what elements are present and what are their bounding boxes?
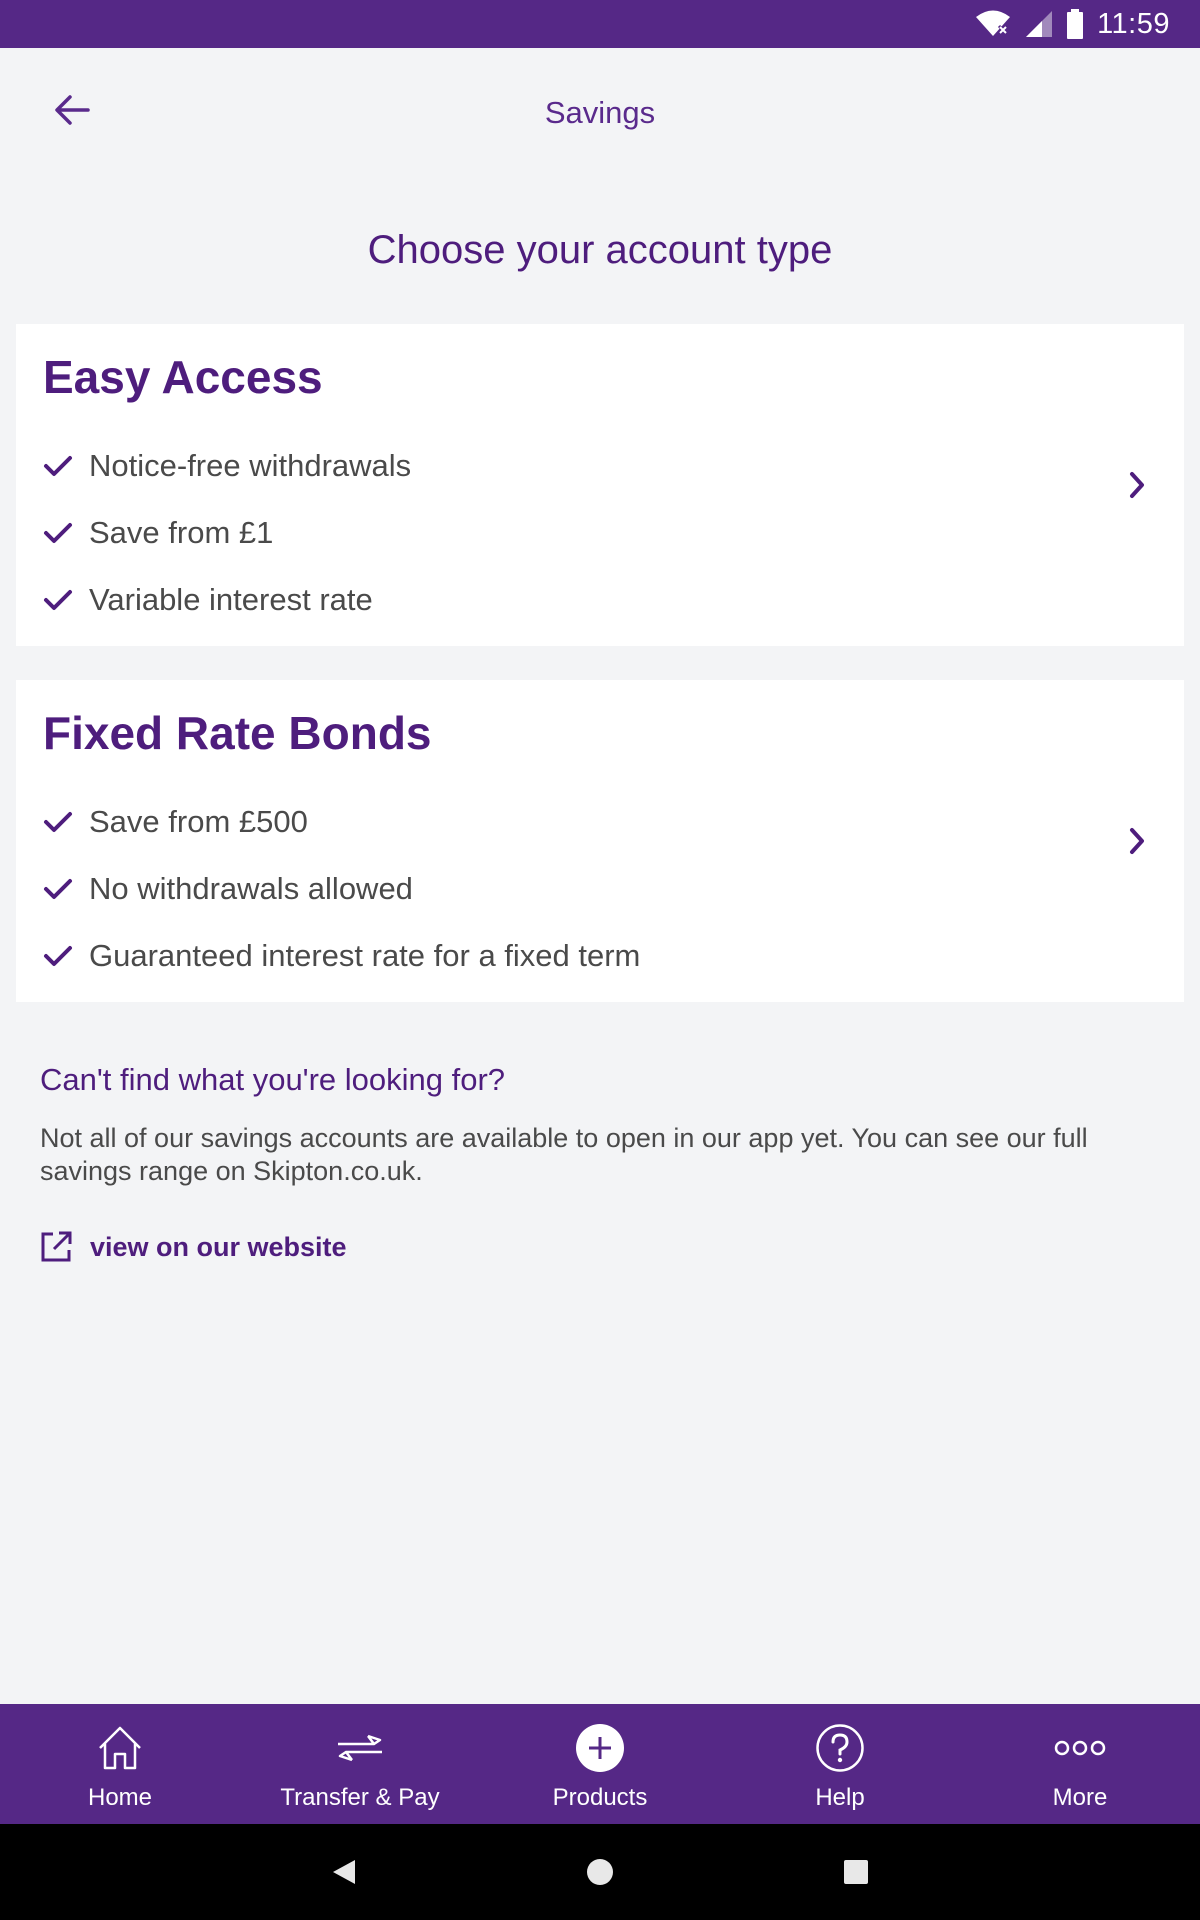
feature-list: Save from £500 No withdrawals allowed Gu… (43, 788, 640, 989)
chevron-right-icon (1114, 818, 1160, 864)
app-header: Savings (0, 48, 1200, 178)
feature-item: Save from £500 (43, 788, 640, 855)
chevron-right-icon (1114, 462, 1160, 508)
feature-label: Save from £1 (89, 514, 274, 550)
status-bar: 11:59 (0, 0, 1200, 48)
check-icon (43, 584, 75, 616)
system-nav-bar (0, 1824, 1200, 1920)
card-title: Easy Access (43, 351, 323, 403)
feature-label: No withdrawals allowed (89, 870, 413, 906)
link-label: view on our website (90, 1231, 347, 1262)
info-text: Not all of our savings accounts are avai… (40, 1123, 1088, 1186)
help-icon (812, 1720, 868, 1776)
info-heading: Can't find what you're looking for? (40, 1062, 506, 1097)
system-recents-icon[interactable] (832, 1848, 880, 1896)
page-title: Savings (544, 95, 656, 130)
nav-label: Products (552, 1784, 648, 1811)
feature-item: No withdrawals allowed (43, 855, 640, 922)
plus-circle-icon (572, 1720, 628, 1776)
transfer-icon (332, 1720, 388, 1776)
status-time: 11:59 (1097, 7, 1170, 40)
feature-label: Notice-free withdrawals (89, 447, 412, 483)
feature-item: Notice-free withdrawals (43, 432, 411, 499)
view-website-link[interactable]: view on our website (38, 1226, 347, 1268)
wifi-icon (975, 10, 1011, 38)
battery-icon (1067, 9, 1084, 39)
bottom-nav: Home Transfer & Pay Products Help More (0, 1704, 1200, 1824)
nav-label: Transfer & Pay (280, 1784, 440, 1811)
account-type-heading: Choose your account type (367, 228, 833, 272)
card-title: Fixed Rate Bonds (43, 707, 432, 759)
feature-label: Save from £500 (89, 803, 308, 839)
nav-item-home[interactable]: Home (0, 1704, 240, 1824)
more-icon (1052, 1720, 1108, 1776)
system-back-icon[interactable] (320, 1848, 368, 1896)
feature-item: Variable interest rate (43, 566, 411, 633)
system-home-icon[interactable] (576, 1848, 624, 1896)
check-icon (43, 873, 75, 905)
feature-item: Save from £1 (43, 499, 411, 566)
feature-label: Variable interest rate (89, 581, 373, 617)
nav-item-transfer-pay[interactable]: Transfer & Pay (240, 1704, 480, 1824)
check-icon (43, 450, 75, 482)
check-icon (43, 517, 75, 549)
check-icon (43, 940, 75, 972)
nav-label: Help (815, 1784, 865, 1811)
fixed-rate-bonds-card[interactable]: Fixed Rate Bonds Save from £500 No withd… (16, 680, 1184, 1002)
nav-item-help[interactable]: Help (720, 1704, 960, 1824)
nav-label: More (1052, 1784, 1108, 1811)
easy-access-card[interactable]: Easy Access Notice-free withdrawals Save… (16, 324, 1184, 646)
feature-item: Guaranteed interest rate for a fixed ter… (43, 922, 640, 989)
home-icon (92, 1720, 148, 1776)
signal-icon (1025, 10, 1053, 38)
nav-item-more[interactable]: More (960, 1704, 1200, 1824)
feature-label: Guaranteed interest rate for a fixed ter… (89, 937, 641, 973)
feature-list: Notice-free withdrawals Save from £1 Var… (43, 432, 411, 633)
arrow-left-icon (52, 92, 92, 133)
back-button[interactable] (36, 76, 108, 148)
external-link-icon (38, 1229, 74, 1265)
nav-label: Home (87, 1784, 153, 1811)
nav-item-products[interactable]: Products (480, 1704, 720, 1824)
check-icon (43, 806, 75, 838)
